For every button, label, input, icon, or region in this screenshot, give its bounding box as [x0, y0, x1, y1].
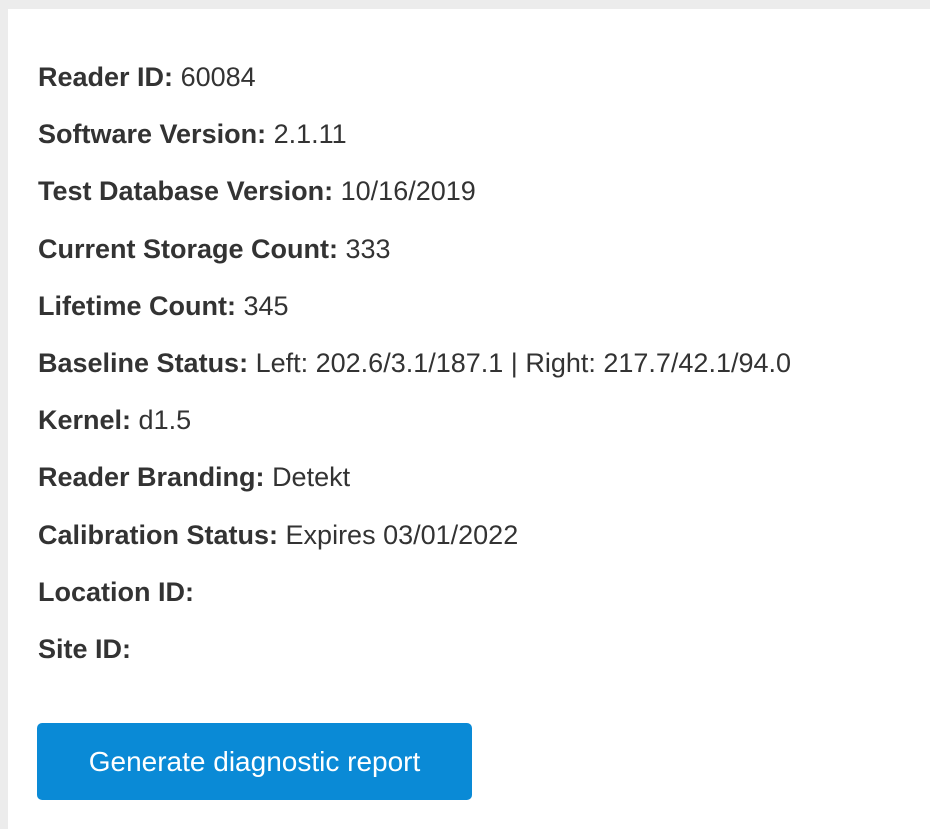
software-version-label: Software Version:: [38, 119, 267, 150]
site-id-row: Site ID:: [38, 633, 791, 690]
kernel-label: Kernel:: [38, 405, 132, 436]
reader-branding-value: Detekt: [272, 462, 351, 493]
calibration-status-label: Calibration Status:: [38, 519, 279, 550]
baseline-status-row: Baseline Status: Left: 202.6/3.1/187.1 |…: [38, 347, 791, 404]
reader-id-label: Reader ID:: [38, 62, 174, 92]
generate-diagnostic-report-button[interactable]: Generate diagnostic report: [37, 723, 472, 800]
lifetime-count-row: Lifetime Count: 345: [38, 290, 791, 347]
software-version-row: Software Version: 2.1.11: [38, 118, 791, 175]
calibration-status-value: Expires 03/01/2022: [285, 519, 519, 550]
lifetime-count-value: 345: [243, 290, 289, 321]
reader-id-value: 60084: [180, 62, 256, 92]
calibration-status-row: Calibration Status: Expires 03/01/2022: [38, 519, 791, 576]
baseline-status-label: Baseline Status:: [38, 347, 249, 378]
kernel-row: Kernel: d1.5: [38, 404, 791, 461]
software-version-value: 2.1.11: [273, 119, 347, 150]
device-info-panel: Reader ID: 60084 Software Version: 2.1.1…: [8, 9, 930, 829]
site-id-label: Site ID:: [38, 633, 132, 664]
reader-branding-label: Reader Branding:: [38, 462, 265, 493]
current-storage-count-value: 333: [345, 233, 391, 264]
device-info-list: Reader ID: 60084 Software Version: 2.1.1…: [38, 61, 791, 690]
current-storage-count-label: Current Storage Count:: [38, 233, 338, 264]
location-id-label: Location ID:: [38, 576, 194, 607]
test-database-version-row: Test Database Version: 10/16/2019: [38, 175, 791, 232]
lifetime-count-label: Lifetime Count:: [38, 290, 236, 321]
reader-branding-row: Reader Branding: Detekt: [38, 461, 791, 518]
kernel-value: d1.5: [138, 405, 192, 436]
test-database-version-label: Test Database Version:: [38, 176, 334, 207]
reader-id-row: Reader ID: 60084: [38, 61, 791, 118]
location-id-row: Location ID:: [38, 576, 791, 633]
test-database-version-value: 10/16/2019: [340, 176, 476, 207]
baseline-status-value: Left: 202.6/3.1/187.1 | Right: 217.7/42.…: [255, 347, 792, 378]
current-storage-count-row: Current Storage Count: 333: [38, 233, 791, 290]
